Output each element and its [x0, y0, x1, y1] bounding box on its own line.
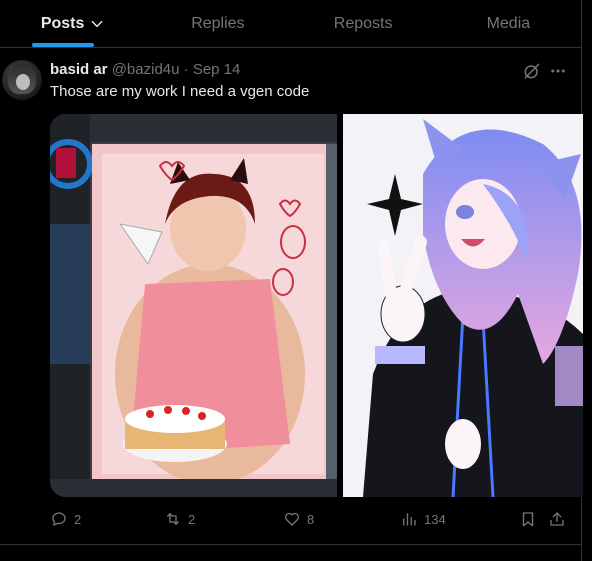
reply-count: 2 [74, 511, 82, 527]
share-icon [550, 512, 564, 526]
chevron-down-icon [92, 20, 103, 27]
reply-icon [52, 512, 66, 526]
profile-tabs: Posts Replies Reposts Media [0, 0, 581, 48]
share-button[interactable] [548, 510, 566, 528]
heart-icon [284, 512, 300, 526]
author-name[interactable]: basid ar [50, 61, 108, 78]
post-actions: 2 2 8 134 [50, 510, 570, 534]
grok-icon[interactable] [522, 61, 542, 81]
tab-reposts-label: Reposts [333, 14, 393, 32]
post-date[interactable]: Sep 14 [193, 61, 241, 78]
reply-button[interactable]: 2 [50, 510, 81, 528]
like-button[interactable]: 8 [283, 510, 314, 528]
tab-media[interactable]: Media [436, 0, 581, 47]
repost-count: 2 [188, 511, 196, 527]
tab-reposts[interactable]: Reposts [291, 0, 436, 47]
repost-icon [167, 513, 179, 525]
separator-dot: · [183, 61, 189, 78]
tab-replies-label: Replies [191, 14, 245, 32]
tab-posts-label: Posts [40, 14, 85, 32]
views-button[interactable]: 134 [400, 510, 446, 528]
post[interactable]: basid ar @bazid4u · Sep 14 Those are my … [0, 48, 583, 545]
tab-media-label: Media [486, 14, 531, 32]
views-icon [403, 513, 416, 526]
repost-button[interactable]: 2 [164, 510, 195, 528]
like-count: 8 [307, 511, 315, 527]
bookmark-icon [522, 512, 534, 527]
bookmark-button[interactable] [519, 510, 537, 528]
tab-posts[interactable]: Posts [0, 0, 145, 47]
post-image-1[interactable] [50, 114, 337, 497]
post-header: basid ar @bazid4u · Sep 14 [50, 61, 240, 78]
post-image-2[interactable] [343, 114, 583, 497]
tab-replies[interactable]: Replies [145, 0, 290, 47]
author-handle[interactable]: @bazid4u [112, 61, 180, 78]
active-tab-indicator [32, 43, 94, 47]
avatar[interactable] [2, 60, 42, 100]
more-options-icon[interactable] [548, 62, 568, 80]
post-text: Those are my work I need a vgen code [50, 83, 310, 100]
views-count: 134 [424, 511, 446, 527]
